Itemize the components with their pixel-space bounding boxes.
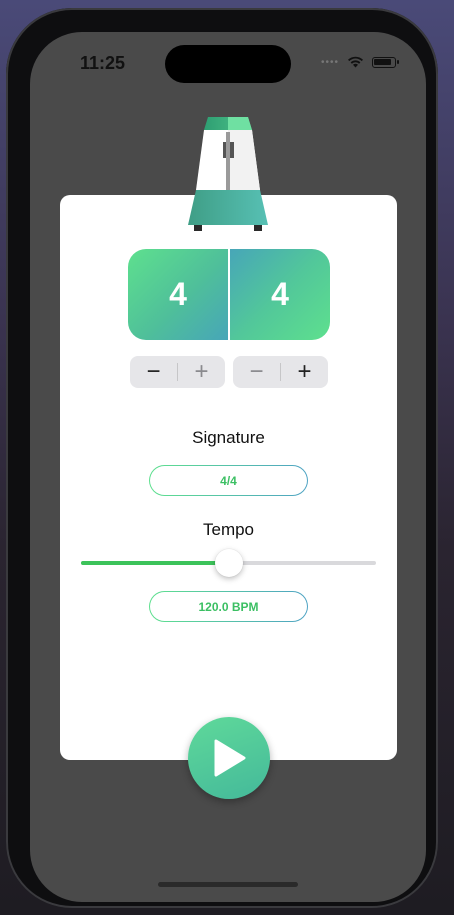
note-value-tile: 4 xyxy=(230,249,330,340)
dynamic-island xyxy=(165,45,291,83)
tempo-display[interactable]: 120.0 BPM xyxy=(149,591,308,622)
signature-label: Signature xyxy=(192,428,265,447)
battery-icon xyxy=(372,56,399,68)
slider-fill xyxy=(81,561,229,565)
tempo-label: Tempo xyxy=(202,520,255,539)
app-screen: 11:25 •••• 4 4 − + − + Signature 4/4 Tem… xyxy=(30,32,426,902)
home-indicator xyxy=(158,882,298,887)
phone-frame: 11:25 •••• 4 4 − + − + Signature 4/4 Tem… xyxy=(6,8,438,908)
beats-increment-button[interactable]: + xyxy=(178,356,225,388)
metronome-icon xyxy=(188,117,268,231)
tempo-slider[interactable] xyxy=(81,549,376,577)
signal-dots-icon: •••• xyxy=(320,56,339,68)
play-button[interactable] xyxy=(188,717,270,799)
signature-tiles: 4 4 xyxy=(128,249,330,340)
status-time: 11:25 xyxy=(80,53,126,73)
slider-thumb[interactable] xyxy=(214,549,243,577)
metronome-card: 4 4 − + − + Signature 4/4 Tempo 120.0 BP… xyxy=(60,195,397,760)
note-value-increment-button[interactable]: + xyxy=(281,356,328,388)
wifi-icon xyxy=(348,56,363,68)
status-icons: •••• xyxy=(320,56,399,68)
beats-stepper: − + xyxy=(130,356,225,388)
note-value-stepper: − + xyxy=(233,356,328,388)
play-icon xyxy=(214,739,246,777)
note-value-decrement-button[interactable]: − xyxy=(233,356,280,388)
signature-display[interactable]: 4/4 xyxy=(149,465,308,496)
beats-tile: 4 xyxy=(128,249,230,340)
beats-decrement-button[interactable]: − xyxy=(130,356,177,388)
